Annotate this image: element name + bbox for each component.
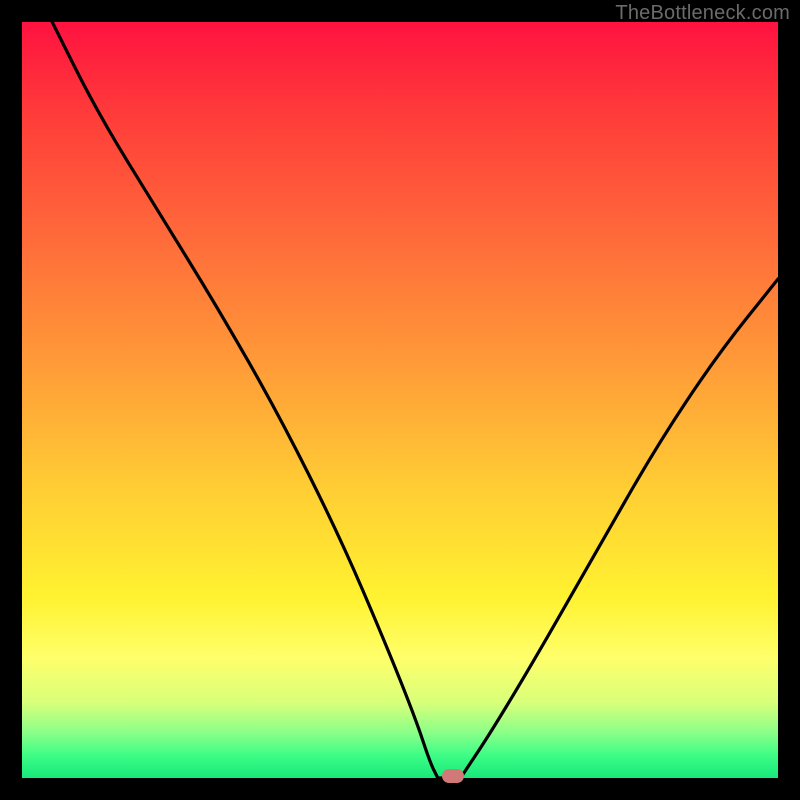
chart-frame: TheBottleneck.com	[0, 0, 800, 800]
watermark-text: TheBottleneck.com	[615, 2, 790, 25]
plot-area	[22, 22, 778, 778]
optimum-marker	[442, 769, 464, 783]
bottleneck-curve	[22, 22, 778, 778]
curve-path	[52, 22, 778, 778]
